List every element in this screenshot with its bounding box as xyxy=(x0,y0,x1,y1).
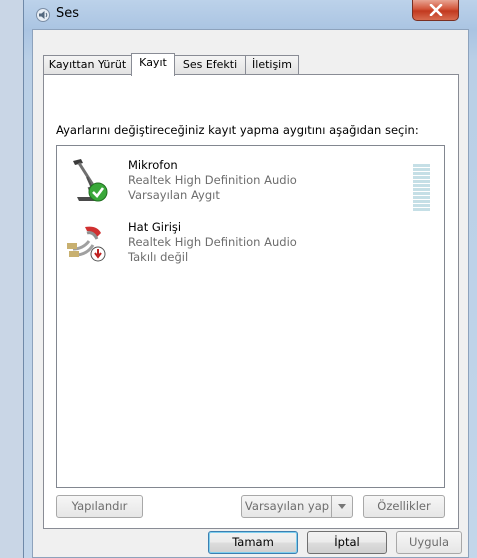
device-status: Varsayılan Aygıt xyxy=(128,188,220,202)
device-driver: Realtek High Definition Audio xyxy=(128,235,297,249)
tab-playback[interactable]: Kayıttan Yürüt xyxy=(43,55,132,74)
device-list[interactable]: Mikrofon Realtek High Definition Audio V… xyxy=(56,145,445,488)
set-default-split-button[interactable]: Varsayılan yap xyxy=(241,495,353,518)
device-info: Hat Girişi Realtek High Definition Audio… xyxy=(128,220,297,265)
list-item-microphone[interactable]: Mikrofon Realtek High Definition Audio V… xyxy=(57,154,444,214)
device-driver: Realtek High Definition Audio xyxy=(128,173,297,187)
tab-recording[interactable]: Kayıt xyxy=(131,53,175,76)
apply-button[interactable]: Uygula xyxy=(396,531,462,554)
recording-tab-panel: Ayarlarını değiştireceğiniz kayıt yapma … xyxy=(43,74,459,529)
configure-button[interactable]: Yapılandır xyxy=(56,495,143,518)
close-button[interactable] xyxy=(412,0,459,21)
device-name: Mikrofon xyxy=(128,158,178,172)
device-info: Mikrofon Realtek High Definition Audio V… xyxy=(128,158,297,203)
instruction-text: Ayarlarını değiştireceğiniz kayıt yapma … xyxy=(56,123,419,137)
unplugged-badge-icon xyxy=(90,246,106,262)
speaker-icon xyxy=(36,8,50,22)
title-bar[interactable]: Ses xyxy=(24,0,477,28)
close-icon xyxy=(429,4,442,16)
properties-button[interactable]: Özellikler xyxy=(363,495,445,518)
list-item-line-in[interactable]: Hat Girişi Realtek High Definition Audio… xyxy=(57,216,444,276)
device-name: Hat Girişi xyxy=(128,220,182,234)
level-meter xyxy=(413,164,430,211)
set-default-dropdown[interactable] xyxy=(331,496,352,517)
sound-dialog-window: Ses Kayıttan Yürüt Kayıt Ses Efekti İlet… xyxy=(23,0,477,558)
device-status: Takılı değil xyxy=(128,250,189,264)
tab-communications[interactable]: İletişim xyxy=(245,55,299,74)
set-default-label: Varsayılan yap xyxy=(244,499,330,513)
chevron-down-icon xyxy=(338,504,346,509)
ok-button[interactable]: Tamam xyxy=(208,531,298,554)
tab-sounds[interactable]: Ses Efekti xyxy=(174,55,246,74)
window-title: Ses xyxy=(56,6,80,21)
check-badge-icon xyxy=(88,182,108,202)
cancel-button[interactable]: İptal xyxy=(307,531,387,554)
dialog-client-area: Kayıttan Yürüt Kayıt Ses Efekti İletişim… xyxy=(32,29,469,558)
